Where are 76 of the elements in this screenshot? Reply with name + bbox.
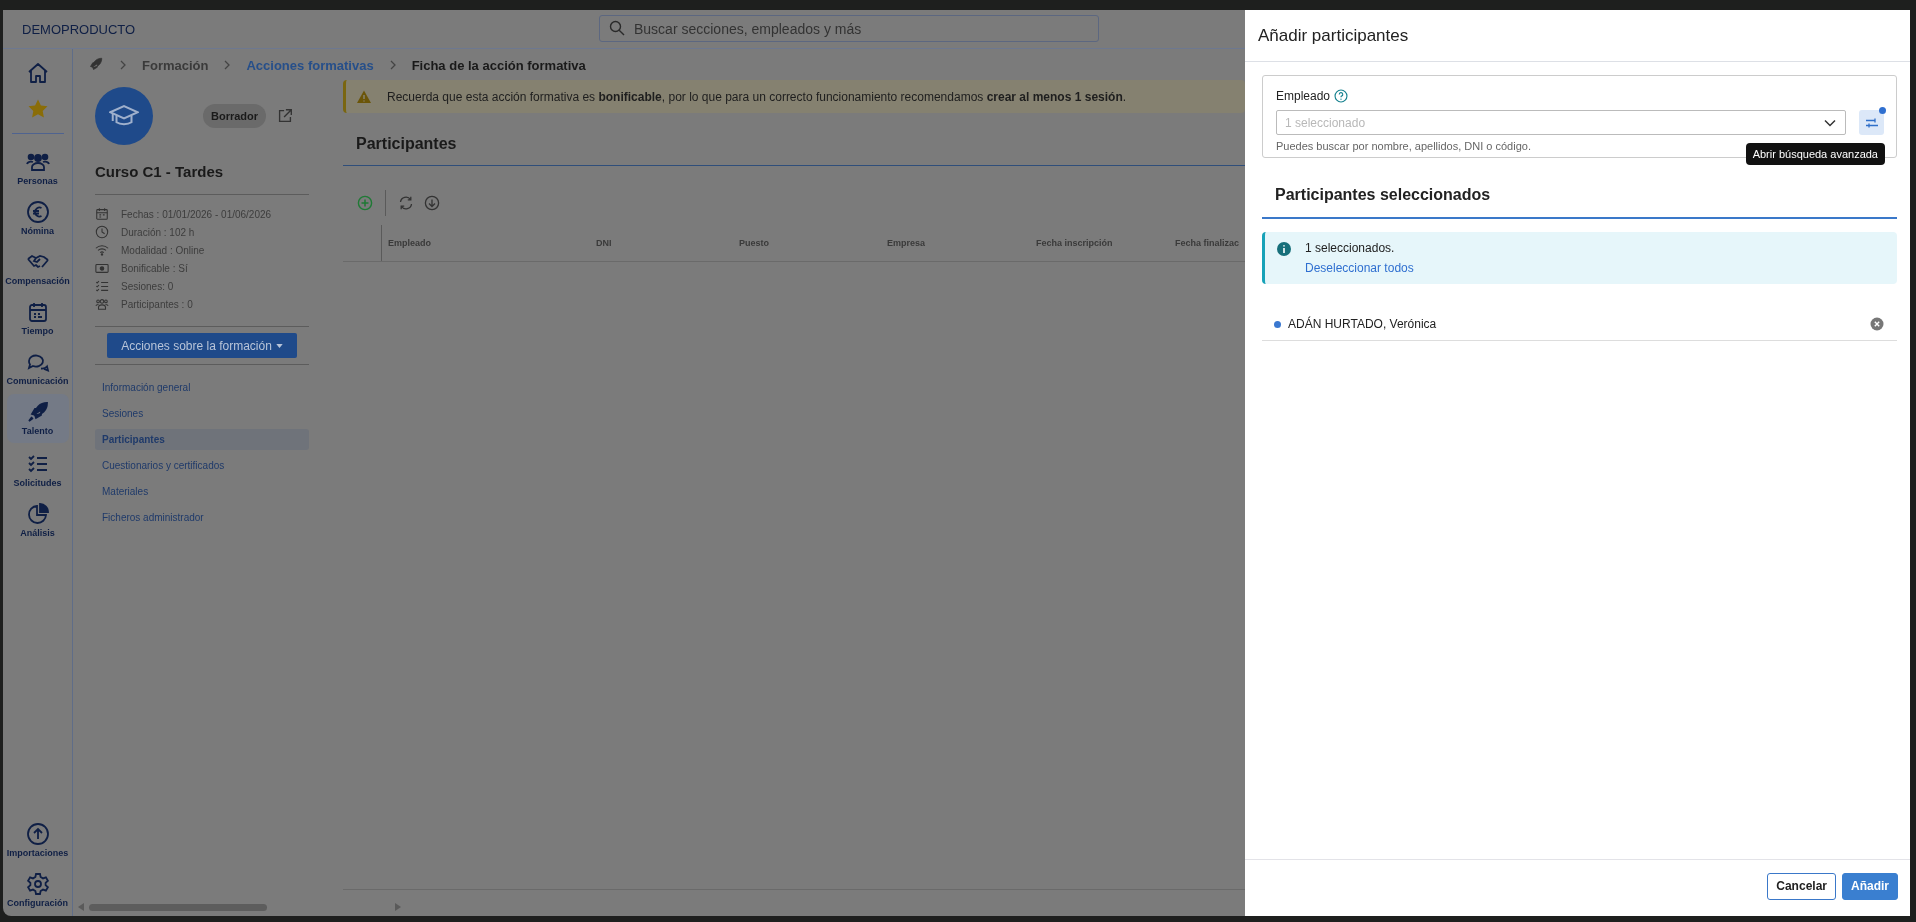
tooltip: Abrir búsqueda avanzada — [1745, 143, 1885, 165]
alert-message: Recuerda que esta acción formativa es bonificable, por lo que para un correcto funcionamiento recomendamos crear al menos 1 sesión. — [387, 89, 1127, 104]
nav-item[interactable]: Nómina — [6, 194, 69, 241]
actions-dropdown-button[interactable]: Acciones sobre la formación — [107, 333, 297, 358]
course-title: Curso C1 - Tardes — [95, 163, 309, 195]
breadcrumb-item[interactable]: Formación — [142, 57, 209, 73]
chevron-icon — [223, 59, 232, 71]
fact-icon — [95, 207, 109, 221]
section-menu-item[interactable]: Ficheros administrador — [95, 507, 309, 528]
field-label: Empleado — [1276, 89, 1331, 103]
participant-name: ADÁN HURTADO, Verónica — [1288, 317, 1438, 331]
nav-item[interactable]: Personas — [6, 144, 69, 191]
fact-text: Fechas : 01/01/2026 - 01/06/2026 — [121, 208, 272, 220]
field-hint: Puedes buscar por nombre, apellidos, DNI o código. — [1276, 140, 1532, 152]
advanced-search-button[interactable] — [1859, 110, 1884, 135]
section-menu-item[interactable]: Información general — [95, 377, 309, 398]
scroll-right-icon[interactable] — [395, 903, 401, 911]
fact-icon — [95, 297, 109, 311]
section-menu-item[interactable]: Cuestionarios y certificados — [95, 455, 309, 476]
warning-icon — [356, 88, 372, 105]
selection-count: 1 seleccionados. — [1305, 241, 1396, 255]
chevron-icon — [388, 59, 397, 71]
column-header: Empleado — [387, 238, 432, 248]
external-link-icon[interactable] — [276, 107, 295, 125]
nav-item[interactable]: Talento — [6, 394, 69, 443]
fact-icon — [95, 243, 109, 257]
add-button[interactable]: Añadir — [1842, 872, 1898, 900]
search-field[interactable]: Buscar secciones, empleados y más — [599, 15, 1099, 42]
search-icon — [609, 20, 625, 36]
chevron-icon — [119, 59, 127, 71]
fact-text: Bonificable : Sí — [121, 262, 188, 274]
employee-select[interactable]: 1 seleccionado — [1276, 110, 1846, 135]
nav-item[interactable]: Solicitudes — [6, 446, 69, 493]
drawer-title: Añadir participantes — [1245, 10, 1910, 62]
download-icon[interactable] — [424, 195, 440, 211]
status-badge: Borrador — [203, 104, 267, 128]
fact-icon — [95, 261, 109, 275]
nav-icon — [25, 200, 50, 224]
nav-icon — [25, 822, 50, 846]
cancel-button[interactable]: Cancelar — [1767, 872, 1836, 900]
nav-icon — [25, 400, 50, 424]
section-menu-item[interactable]: Participantes — [95, 429, 309, 450]
scroll-left-icon[interactable] — [78, 903, 84, 911]
refresh-icon[interactable] — [398, 195, 414, 211]
nav-item[interactable]: Comunicación — [6, 344, 69, 391]
column-header: Puesto — [738, 238, 770, 248]
fact-icon — [95, 279, 109, 293]
deselect-all-link[interactable]: Deseleccionar todos — [1305, 261, 1414, 275]
nav-icon — [25, 502, 50, 526]
breadcrumb-item[interactable]: Acciones formativas — [246, 57, 374, 73]
bullet-icon — [1274, 320, 1281, 328]
column-header: DNI — [595, 238, 613, 248]
nav-item[interactable]: Configuración — [6, 866, 69, 913]
fact-text: Sesiones: 0 — [121, 280, 174, 292]
nav-item[interactable]: Tiempo — [6, 294, 69, 341]
nav-item[interactable]: Análisis — [6, 496, 69, 543]
help-icon[interactable] — [1334, 89, 1349, 103]
column-header: Fecha finalizac — [1174, 238, 1241, 248]
nav-item[interactable]: Importaciones — [6, 816, 69, 863]
section-title: Participantes — [343, 121, 1245, 166]
nav-icon — [25, 872, 50, 896]
graduation-cap-avatar — [95, 87, 153, 145]
breadcrumb-item: Ficha de la acción formativa — [411, 57, 586, 73]
fact-icon — [95, 225, 109, 239]
caret-icon — [275, 343, 283, 348]
section-menu-item[interactable]: Sesiones — [95, 403, 309, 424]
info-icon — [1276, 241, 1292, 257]
section-title: Participantes seleccionados — [1262, 186, 1897, 219]
column-header: Fecha inscripción — [1035, 238, 1114, 248]
brand-name: DEMOPRODUCTO — [22, 21, 136, 37]
fact-text: Modalidad : Online — [121, 244, 205, 256]
remove-icon[interactable] — [1870, 317, 1884, 331]
column-header: Empresa — [886, 238, 927, 248]
section-menu-item[interactable]: Materiales — [95, 481, 309, 502]
scrollbar-thumb[interactable] — [89, 903, 267, 911]
nav-item[interactable]: Compensación — [6, 244, 69, 291]
